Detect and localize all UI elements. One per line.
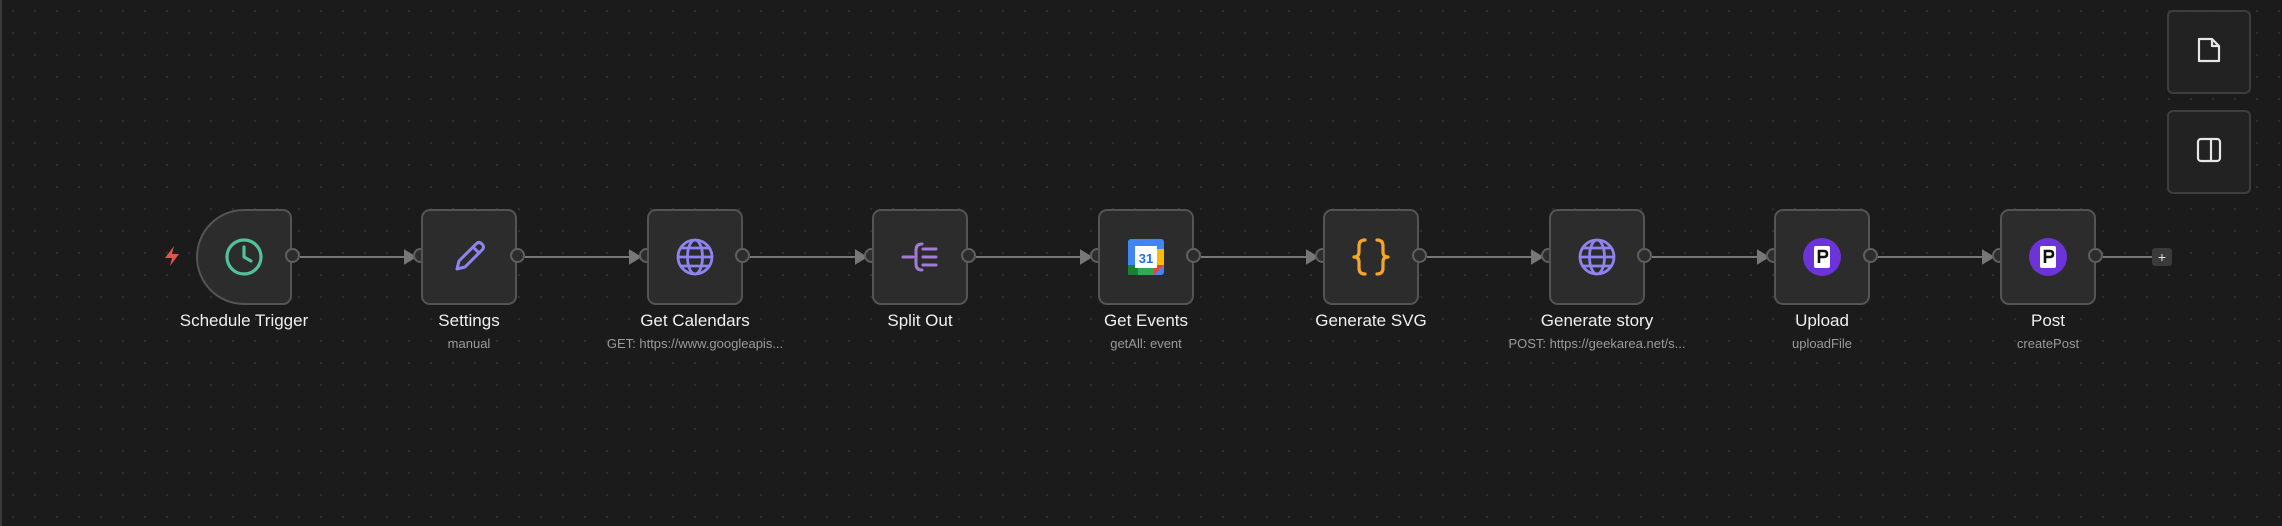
output-handle[interactable]: [1637, 248, 1652, 263]
node-get-events[interactable]: 31: [1098, 209, 1194, 305]
sticky-note-icon: [2194, 35, 2224, 70]
pencil-icon: [449, 237, 489, 277]
output-handle[interactable]: [2088, 248, 2103, 263]
add-node-button[interactable]: +: [2152, 248, 2172, 266]
node-get-calendars[interactable]: [647, 209, 743, 305]
node-post[interactable]: [2000, 209, 2096, 305]
node-label: Get Calendars: [640, 311, 750, 330]
clock-icon: [224, 237, 264, 277]
globe-icon: [1577, 237, 1617, 277]
output-handle[interactable]: [1863, 248, 1878, 263]
node-label: Generate story: [1540, 311, 1654, 330]
node-label: Split Out: [887, 311, 953, 330]
output-handle[interactable]: [1412, 248, 1427, 263]
split-out-icon: [900, 237, 940, 277]
node-label: Schedule Trigger: [179, 311, 309, 330]
node-label: Get Events: [1103, 311, 1189, 330]
node-label: Settings: [438, 311, 500, 330]
node-generate-story[interactable]: [1549, 209, 1645, 305]
workflow-canvas[interactable]: Schedule Trigger Settings manual Get Cal…: [0, 0, 2282, 526]
svg-text:31: 31: [1139, 251, 1153, 266]
postiz-icon: [2028, 237, 2068, 277]
node-subtitle: createPost: [2016, 336, 2080, 351]
add-sticky-note-button[interactable]: [2167, 10, 2251, 94]
node-label: Post: [2030, 311, 2066, 330]
output-handle[interactable]: [735, 248, 750, 263]
toggle-side-panel-button[interactable]: [2167, 110, 2251, 194]
output-handle[interactable]: [1186, 248, 1201, 263]
output-handle[interactable]: [961, 248, 976, 263]
postiz-icon: [1802, 237, 1842, 277]
node-subtitle: POST: https://geekarea.net/s...: [1508, 336, 1686, 351]
node-generate-svg[interactable]: [1323, 209, 1419, 305]
globe-icon: [675, 237, 715, 277]
output-handle[interactable]: [285, 248, 300, 263]
side-panel-icon: [2194, 135, 2224, 170]
node-subtitle: manual: [447, 336, 491, 351]
node-settings[interactable]: [421, 209, 517, 305]
node-subtitle: GET: https://www.googleapis...: [606, 336, 784, 351]
lightning-icon: [162, 245, 182, 267]
code-braces-icon: [1351, 237, 1391, 277]
node-upload[interactable]: [1774, 209, 1870, 305]
google-calendar-icon: 31: [1126, 237, 1166, 277]
node-split-out[interactable]: [872, 209, 968, 305]
node-schedule-trigger[interactable]: [196, 209, 292, 305]
node-label: Upload: [1795, 311, 1849, 330]
node-subtitle: getAll: event: [1110, 336, 1182, 351]
node-label: Generate SVG: [1315, 311, 1427, 330]
output-handle[interactable]: [510, 248, 525, 263]
node-subtitle: uploadFile: [1792, 336, 1852, 351]
